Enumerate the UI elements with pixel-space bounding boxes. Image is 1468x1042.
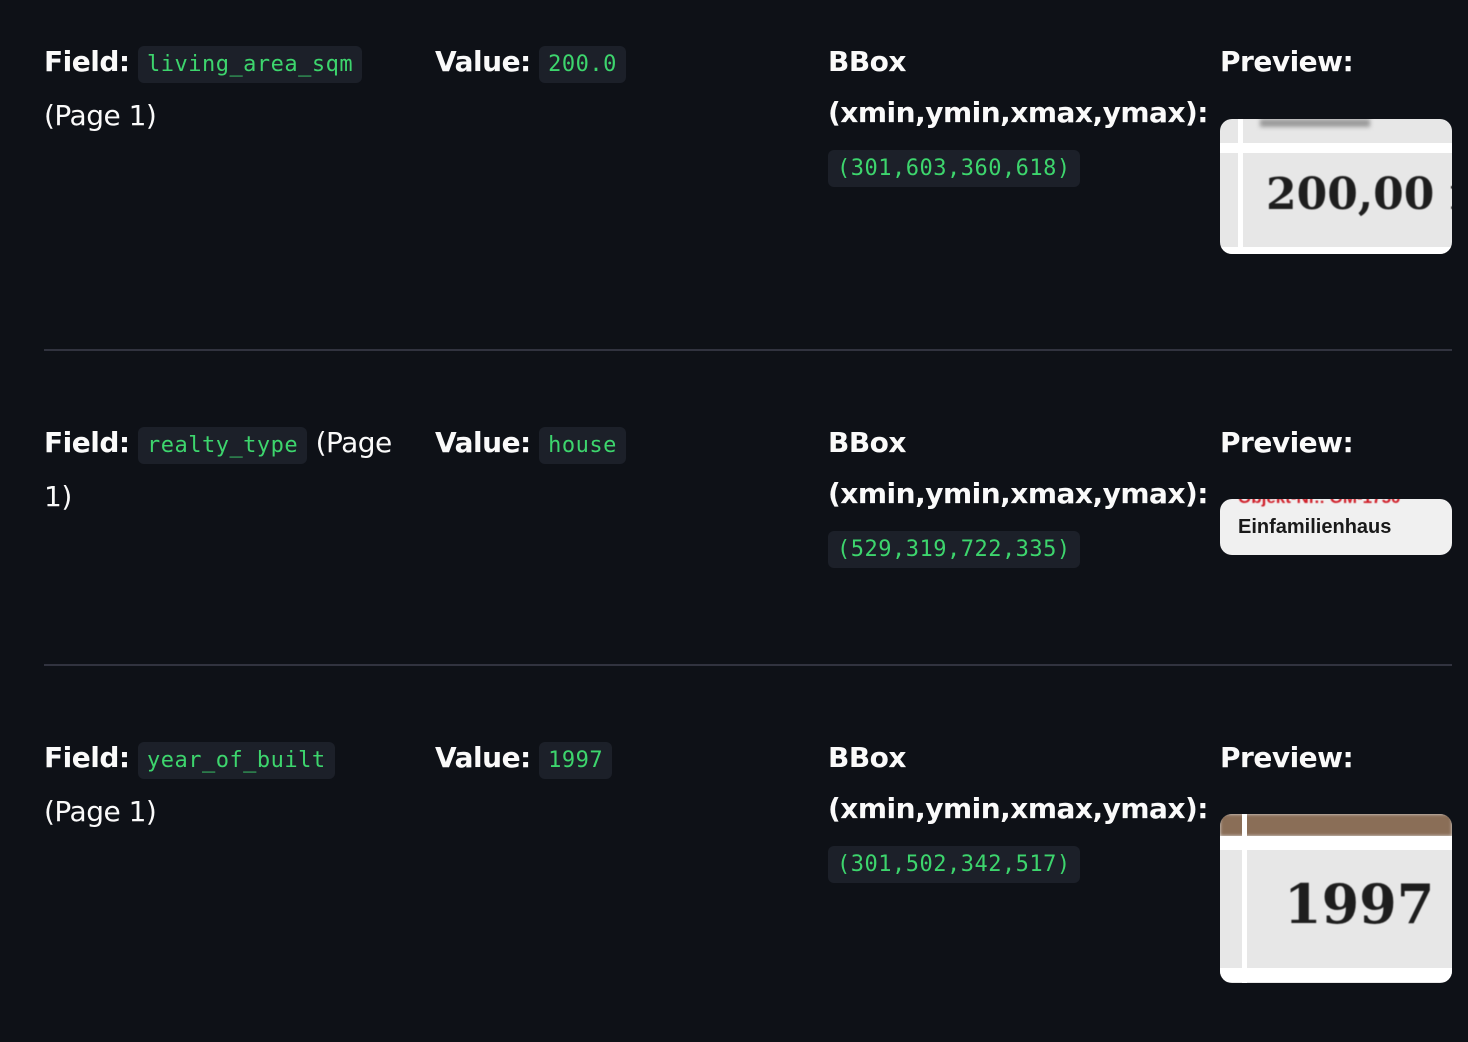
- field-cell-2: Field: realty_type (Page 1): [44, 417, 404, 522]
- field-cell-1: Field: living_area_sqm (Page 1): [44, 36, 363, 141]
- bbox-cell-3: BBox (xmin,ymin,xmax,ymax): (301,502,342…: [828, 732, 1209, 890]
- preview-image-top-text: Objekt-Nr.: OM-1750: [1238, 499, 1401, 508]
- field-name-code: realty_type: [137, 427, 308, 464]
- preview-image-text: 200,00 r: [1266, 169, 1452, 220]
- preview-cell-3: Preview:: [1220, 732, 1354, 783]
- preview-image-living-area: 200,00 r: [1220, 119, 1452, 254]
- preview-image-text: 1997: [1284, 872, 1435, 936]
- page-reference-continued: 1): [44, 480, 72, 513]
- value-cell-3: Value: 1997: [435, 732, 613, 786]
- value-cell-1: Value: 200.0: [435, 36, 626, 90]
- field-cell-3: Field: year_of_built (Page 1): [44, 732, 335, 837]
- preview-label: Preview:: [1220, 741, 1354, 774]
- value-code: 1997: [539, 742, 613, 779]
- field-name-code: year_of_built: [137, 742, 335, 779]
- value-label: Value:: [435, 45, 531, 78]
- bbox-code: (301,603,360,618): [828, 150, 1080, 187]
- field-label: Field:: [44, 741, 130, 774]
- bbox-label: BBox: [828, 741, 906, 774]
- value-code: 200.0: [539, 46, 626, 83]
- value-label: Value:: [435, 741, 531, 774]
- preview-image-year-built: 1997: [1220, 814, 1452, 983]
- bbox-coords-label: (xmin,ymin,xmax,ymax):: [828, 792, 1209, 825]
- bbox-cell-2: BBox (xmin,ymin,xmax,ymax): (529,319,722…: [828, 417, 1209, 575]
- preview-label: Preview:: [1220, 426, 1354, 459]
- row-divider: [44, 349, 1452, 351]
- bbox-coords-label: (xmin,ymin,xmax,ymax):: [828, 477, 1209, 510]
- field-label: Field:: [44, 45, 130, 78]
- preview-image-realty-type: Objekt-Nr.: OM-1750 Einfamilienhaus: [1220, 499, 1452, 555]
- page-reference: (Page: [315, 426, 393, 459]
- row-divider: [44, 664, 1452, 666]
- bbox-code: (529,319,722,335): [828, 531, 1080, 568]
- bbox-coords-label: (xmin,ymin,xmax,ymax):: [828, 96, 1209, 129]
- value-code: house: [539, 427, 626, 464]
- field-label: Field:: [44, 426, 130, 459]
- value-label: Value:: [435, 426, 531, 459]
- field-name-code: living_area_sqm: [137, 46, 363, 83]
- bbox-code: (301,502,342,517): [828, 846, 1080, 883]
- page-reference: (Page 1): [44, 795, 157, 828]
- bbox-cell-1: BBox (xmin,ymin,xmax,ymax): (301,603,360…: [828, 36, 1209, 194]
- preview-cell-2: Preview:: [1220, 417, 1354, 468]
- bbox-label: BBox: [828, 45, 906, 78]
- value-cell-2: Value: house: [435, 417, 626, 471]
- preview-cell-1: Preview:: [1220, 36, 1354, 87]
- preview-image-text: Einfamilienhaus: [1238, 516, 1392, 538]
- preview-label: Preview:: [1220, 45, 1354, 78]
- bbox-label: BBox: [828, 426, 906, 459]
- page-reference: (Page 1): [44, 99, 157, 132]
